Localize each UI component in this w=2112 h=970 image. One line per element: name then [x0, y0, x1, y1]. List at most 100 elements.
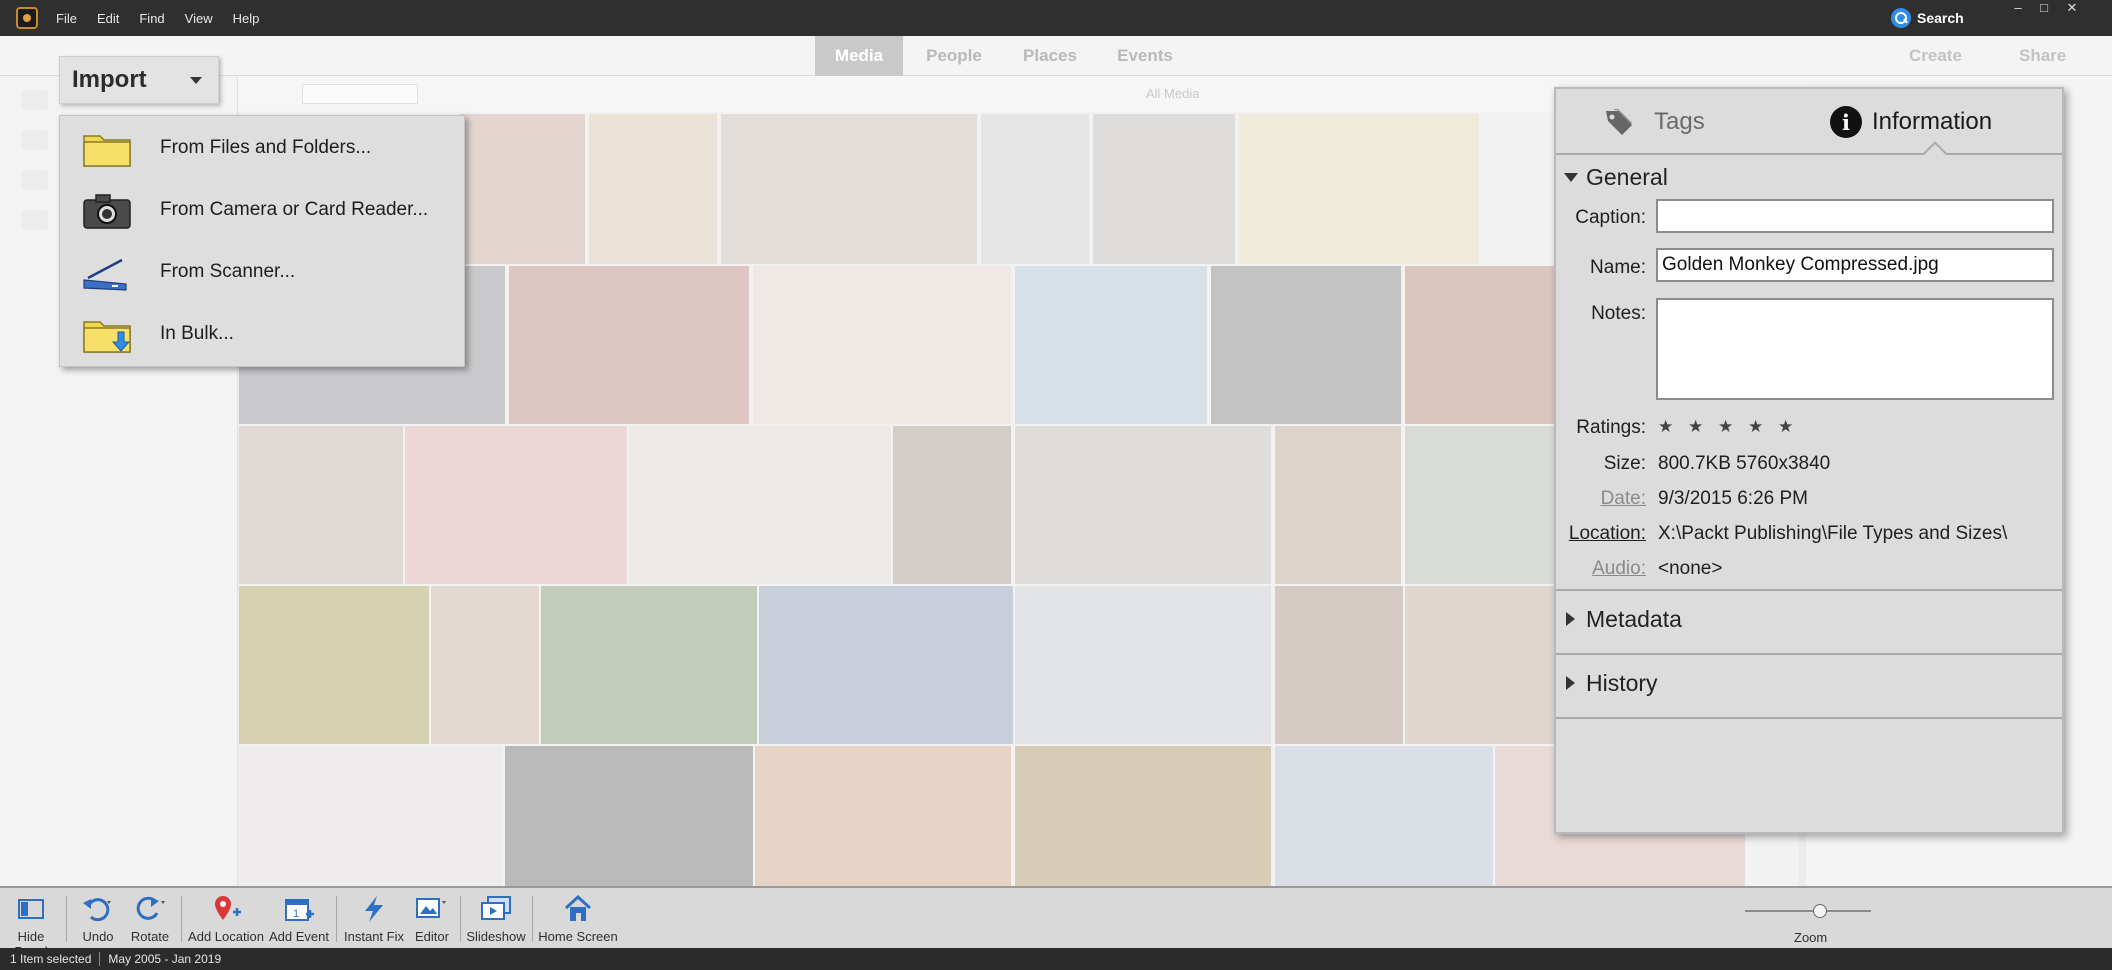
- slideshow-button[interactable]: Slideshow: [466, 894, 526, 944]
- thumbnail[interactable]: [541, 586, 757, 744]
- thumbnail[interactable]: [1015, 426, 1271, 584]
- thumbnail[interactable]: [893, 426, 1011, 584]
- undo-label: Undo: [82, 929, 114, 944]
- menu-help[interactable]: Help: [233, 11, 260, 26]
- slideshow-label: Slideshow: [466, 929, 526, 944]
- editor-icon: [416, 898, 446, 918]
- tab-information-label: Information: [1872, 108, 1993, 135]
- notes-label: Notes:: [1591, 303, 1646, 324]
- zoom-slider-track[interactable]: [1745, 910, 1871, 912]
- star-icon[interactable]: ★: [1658, 417, 1673, 437]
- sort-dropdown[interactable]: [302, 84, 418, 104]
- import-button[interactable]: Import: [59, 56, 219, 104]
- thumbnail[interactable]: [1405, 586, 1555, 744]
- tab-events[interactable]: Events: [1100, 36, 1190, 76]
- thumbnail[interactable]: [1275, 586, 1403, 744]
- rotate-button[interactable]: Rotate: [126, 894, 174, 944]
- maximize-icon[interactable]: □: [2030, 0, 2058, 18]
- history-section-header[interactable]: History: [1556, 663, 2062, 703]
- thumbnail[interactable]: [239, 586, 429, 744]
- lightning-icon: [365, 896, 383, 922]
- thumbnail[interactable]: [1405, 266, 1555, 424]
- thumbnail[interactable]: [629, 426, 891, 584]
- toolbar-separator: [336, 896, 337, 942]
- thumbnail[interactable]: [755, 746, 1011, 886]
- audio-label[interactable]: Audio:: [1486, 558, 1646, 580]
- home-screen-button[interactable]: Home Screen: [538, 894, 618, 944]
- menu-file[interactable]: File: [56, 11, 77, 26]
- date-label[interactable]: Date:: [1486, 488, 1646, 510]
- metadata-section-header[interactable]: Metadata: [1556, 599, 2062, 639]
- thumbnail[interactable]: [1015, 586, 1271, 744]
- expand-down-icon: [1564, 173, 1578, 182]
- tab-tags[interactable]: Tags: [1604, 105, 1705, 139]
- star-icon[interactable]: ★: [1688, 417, 1703, 437]
- search-label: Search: [1917, 10, 1964, 26]
- status-bar: 1 Item selected May 2005 - Jan 2019: [0, 948, 2112, 970]
- location-label[interactable]: Location:: [1486, 523, 1646, 545]
- add-event-button[interactable]: 1 Add Event: [268, 894, 330, 944]
- selection-status: 1 Item selected: [10, 952, 92, 966]
- toolbar-separator: [66, 896, 67, 942]
- thumbnail[interactable]: [721, 114, 977, 264]
- tab-people[interactable]: People: [910, 36, 998, 76]
- menu-find[interactable]: Find: [139, 11, 164, 26]
- star-icon[interactable]: ★: [1778, 417, 1793, 437]
- thumbnail[interactable]: [759, 586, 1013, 744]
- import-dropdown-menu: From Files and Folders... From Camera or…: [59, 115, 465, 367]
- thumbnail[interactable]: [505, 746, 753, 886]
- thumbnail[interactable]: [1275, 746, 1493, 886]
- notes-field[interactable]: [1656, 298, 2054, 400]
- star-icon[interactable]: ★: [1748, 417, 1763, 437]
- thumbnail[interactable]: [459, 114, 585, 264]
- tab-media[interactable]: Media: [815, 36, 903, 76]
- close-icon[interactable]: ✕: [2058, 0, 2086, 18]
- name-field[interactable]: [1656, 248, 2054, 282]
- thumbnail[interactable]: [1015, 746, 1271, 886]
- tab-places[interactable]: Places: [1006, 36, 1094, 76]
- thumbnail[interactable]: [431, 586, 539, 744]
- all-media-label: All Media: [1146, 86, 1200, 101]
- menu-view[interactable]: View: [185, 11, 213, 26]
- divider: [1556, 717, 2062, 719]
- star-icon[interactable]: ★: [1718, 417, 1733, 437]
- photo-organizer-window: File Edit Find View Help Search – □ ✕ Me…: [0, 0, 2112, 970]
- menu-edit[interactable]: Edit: [97, 11, 119, 26]
- editor-button[interactable]: Editor: [410, 894, 454, 944]
- thumbnail[interactable]: [1211, 266, 1401, 424]
- thumbnail[interactable]: [589, 114, 717, 264]
- minimize-icon[interactable]: –: [2004, 0, 2032, 18]
- menu-item-from-files-and-folders[interactable]: From Files and Folders...: [60, 118, 466, 178]
- thumbnail[interactable]: [239, 426, 403, 584]
- add-event-label: Add Event: [269, 929, 329, 944]
- thumbnail[interactable]: [1275, 426, 1401, 584]
- title-bar: File Edit Find View Help Search – □ ✕: [0, 0, 2112, 36]
- thumbnail[interactable]: [509, 266, 749, 424]
- thumbnail[interactable]: [1239, 114, 1479, 264]
- search-button[interactable]: Search: [1891, 5, 1964, 31]
- date-value: 9/3/2015 6:26 PM: [1658, 488, 1808, 509]
- thumbnail[interactable]: [405, 426, 627, 584]
- thumbnail[interactable]: [981, 114, 1089, 264]
- scanner-icon: [22, 170, 48, 190]
- tag-icon: [1606, 109, 1632, 135]
- thumbnail[interactable]: [239, 746, 503, 886]
- menu-item-label: In Bulk...: [160, 323, 234, 344]
- create-button[interactable]: Create: [1909, 36, 1962, 76]
- menu-item-from-scanner[interactable]: From Scanner...: [60, 242, 466, 302]
- instant-fix-button[interactable]: Instant Fix: [342, 894, 406, 944]
- menu-item-from-camera-or-card-reader[interactable]: From Camera or Card Reader...: [60, 180, 466, 240]
- share-button[interactable]: Share: [2019, 36, 2066, 76]
- thumbnail[interactable]: [1093, 114, 1235, 264]
- menu-item-in-bulk[interactable]: In Bulk...: [60, 304, 466, 364]
- general-section-header[interactable]: General: [1556, 157, 2062, 197]
- add-location-button[interactable]: Add Location: [188, 894, 264, 944]
- caption-field[interactable]: [1656, 199, 2054, 233]
- camera-icon: [83, 194, 131, 229]
- size-value: 800.7KB 5760x3840: [1658, 453, 1831, 474]
- tab-information[interactable]: i Information: [1830, 105, 1992, 139]
- thumbnail[interactable]: [753, 266, 1011, 424]
- zoom-slider-handle[interactable]: [1813, 904, 1827, 918]
- undo-button[interactable]: Undo: [76, 894, 120, 944]
- thumbnail[interactable]: [1015, 266, 1207, 424]
